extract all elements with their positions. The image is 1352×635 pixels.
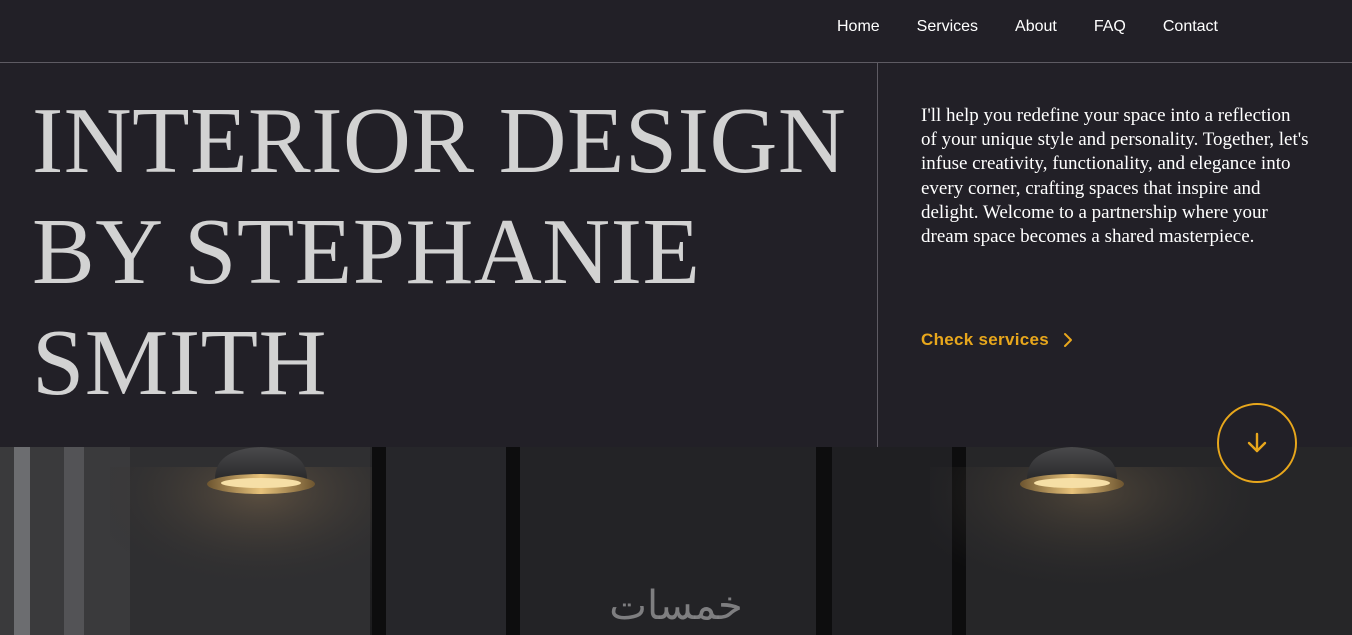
hero-title: INTERIOR DESIGN BY STEPHANIE SMITH — [32, 86, 872, 419]
arrow-down-icon — [1247, 432, 1267, 453]
hero-title-line-3: SMITH — [32, 311, 327, 415]
check-services-link[interactable]: Check services — [921, 330, 1075, 350]
nav-faq-link[interactable]: FAQ — [1094, 17, 1126, 37]
dark-room-image: خمسات — [0, 447, 1352, 635]
chevron-right-icon — [1064, 333, 1073, 347]
vertical-divider — [877, 63, 878, 447]
nav-menu: Home Services About FAQ Contact — [800, 17, 1218, 37]
hero-title-line-2: BY STEPHANIE — [32, 200, 701, 304]
nav-home-link[interactable]: Home — [837, 17, 880, 37]
scroll-down-button[interactable] — [1217, 403, 1297, 483]
hero-title-line-1: INTERIOR DESIGN — [32, 89, 847, 193]
watermark-text: خمسات — [609, 583, 742, 629]
check-services-label: Check services — [921, 330, 1050, 349]
hero-photo: خمسات — [0, 447, 1352, 635]
nav-contact-link[interactable]: Contact — [1163, 17, 1218, 37]
nav-services-link[interactable]: Services — [917, 17, 978, 37]
top-navigation: Home Services About FAQ Contact — [0, 0, 1352, 63]
intro-paragraph: I'll help you redefine your space into a… — [921, 105, 1309, 248]
nav-about-link[interactable]: About — [1015, 17, 1057, 37]
